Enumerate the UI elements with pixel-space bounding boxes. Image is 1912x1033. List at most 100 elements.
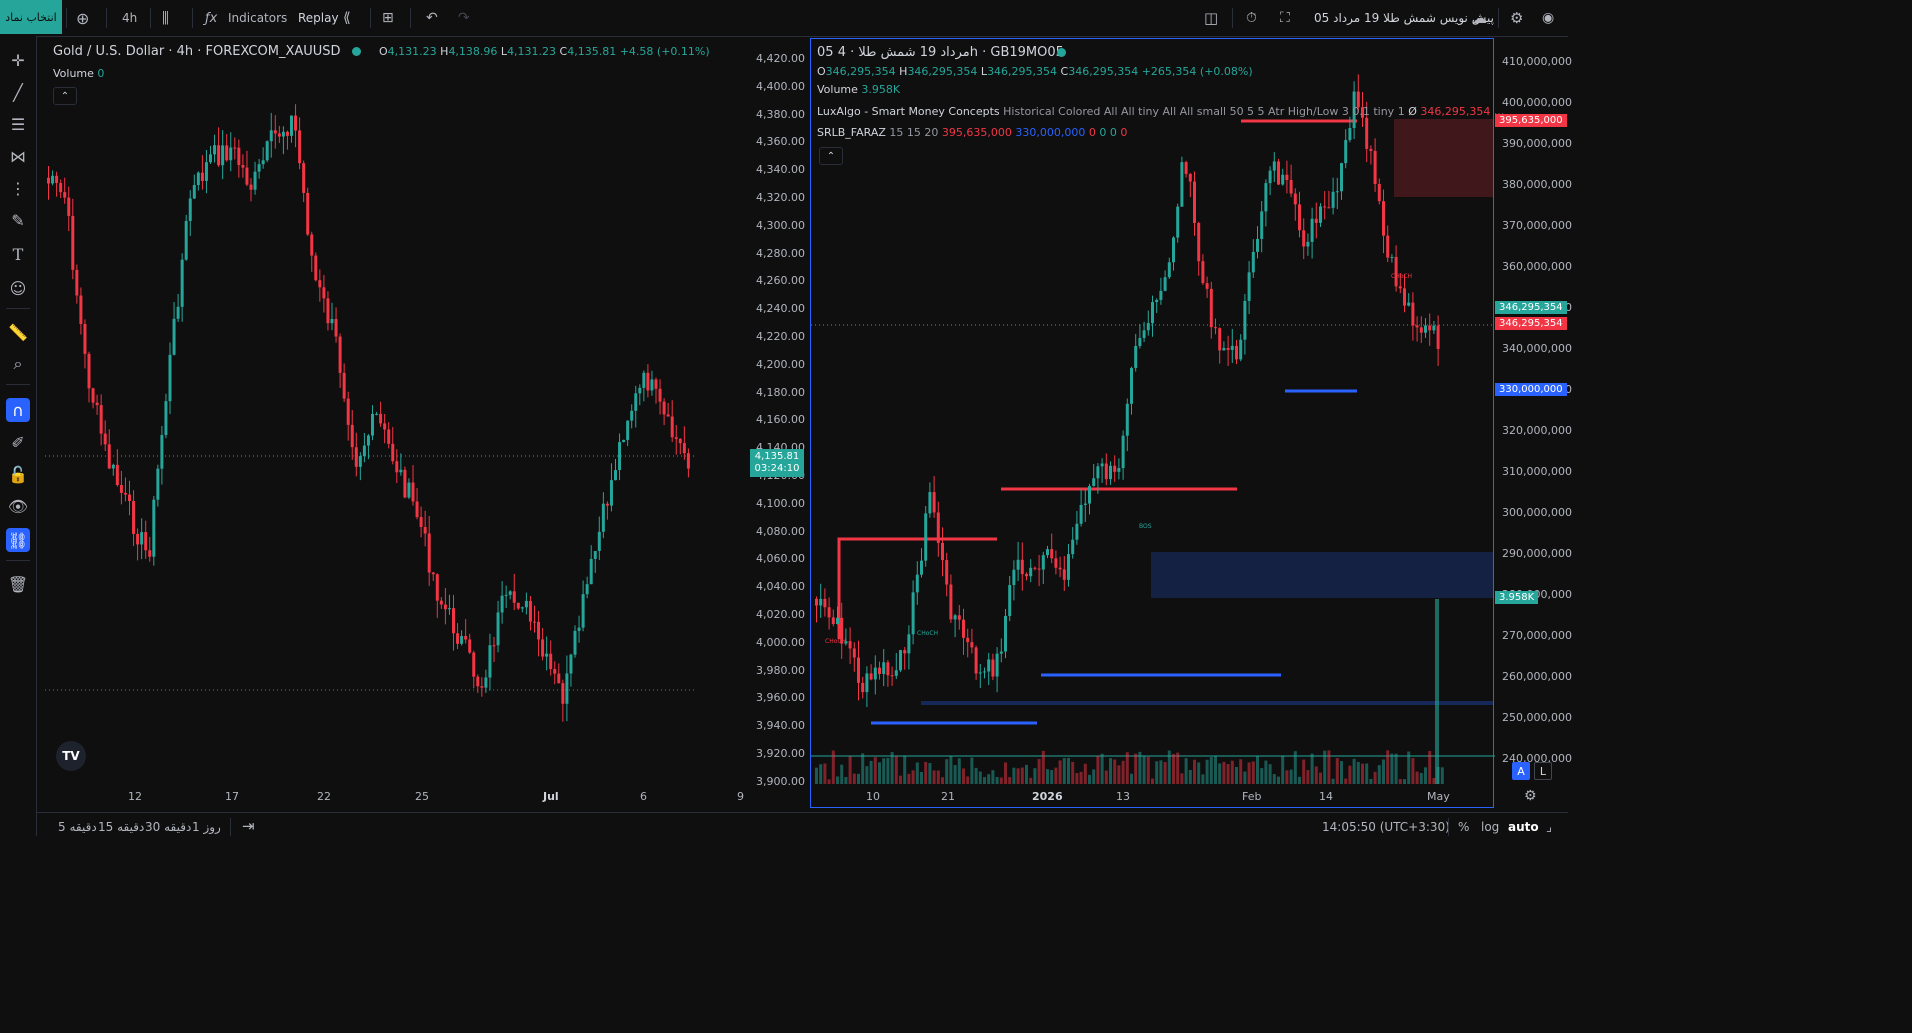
- candle-body: [1436, 325, 1440, 349]
- right-chart-pane[interactable]: CHoCH CHoCH BOS CHoCH 05 مرداد 19 شمش طلا ·…: [810, 38, 1504, 809]
- price-axis-label: 4,240.00: [756, 302, 805, 316]
- volume-bar: [1079, 771, 1083, 784]
- volume-bar: [1062, 758, 1066, 784]
- text-icon[interactable]: T: [6, 242, 30, 266]
- emoji-icon[interactable]: ☺: [6, 276, 30, 300]
- volume-bar: [1117, 765, 1121, 784]
- volume-bar: [1382, 759, 1385, 784]
- volume-bar: [1243, 771, 1247, 784]
- right-candles[interactable]: CHoCH CHoCH BOS CHoCH: [811, 39, 1495, 809]
- horizontal-lines-icon[interactable]: ☰: [6, 112, 30, 136]
- maximize-icon[interactable]: ⌟: [1546, 820, 1552, 835]
- log-scale-button[interactable]: L: [1534, 762, 1552, 780]
- candle-body: [480, 686, 484, 688]
- candle-body: [894, 670, 898, 676]
- crosshair-icon[interactable]: ✛: [6, 48, 30, 72]
- zoom-icon[interactable]: ⌕: [6, 352, 30, 376]
- compare-plus-icon[interactable]: ⊕: [76, 8, 89, 28]
- candle-body: [1281, 174, 1285, 185]
- right-time-axis[interactable]: 10 21 2026 13 Feb 14 May: [810, 788, 1494, 806]
- volume-bar: [1176, 752, 1180, 784]
- left-volume-legend[interactable]: Volume 0: [53, 67, 104, 80]
- layout-grid-icon[interactable]: ⊞: [382, 8, 394, 28]
- volume-bar: [1071, 761, 1075, 784]
- volume-bar: [1302, 759, 1306, 784]
- volume-bar: [1218, 763, 1222, 784]
- candle-body: [941, 542, 944, 561]
- cloud-icon[interactable]: ☁: [1472, 8, 1487, 28]
- candle-body: [233, 147, 237, 149]
- auto-scale-button[interactable]: A: [1512, 762, 1530, 780]
- left-chart-title[interactable]: Gold / U.S. Dollar · 4h · FOREXCOM_XAUUS…: [53, 44, 341, 59]
- settings-icon[interactable]: ⚙: [1510, 8, 1523, 28]
- right-volume-legend[interactable]: Volume 3.958K: [817, 83, 900, 96]
- price-axis-label: 4,300.00: [756, 218, 805, 232]
- eye-icon[interactable]: 👁: [6, 494, 30, 518]
- brush-icon[interactable]: ✎: [6, 208, 30, 232]
- volume-bar: [1092, 769, 1096, 784]
- layout-name[interactable]: پیش نویس شمش طلا 19 مرداد 05: [1314, 8, 1494, 28]
- candle-body: [1029, 567, 1033, 577]
- candles-icon[interactable]: ⫼: [162, 8, 169, 28]
- clock[interactable]: 14:05:50 (UTC+3:30): [1322, 820, 1450, 834]
- undo-icon[interactable]: ↶: [426, 8, 438, 28]
- indicators-button[interactable]: Indicators: [228, 8, 287, 28]
- timeframe-1d[interactable]: 1 روز: [192, 820, 221, 834]
- redo-icon[interactable]: ↷: [458, 8, 470, 28]
- magnet-icon[interactable]: ∩: [6, 398, 30, 422]
- fullscreen-icon[interactable]: ⛶: [1280, 8, 1290, 28]
- symbol-search-button[interactable]: انتخاب نماد: [0, 0, 62, 34]
- trend-line-icon[interactable]: ╱: [6, 80, 30, 104]
- timeframe-15m[interactable]: 15 دقیقه: [98, 820, 144, 834]
- pattern-icon[interactable]: ⋈: [6, 144, 30, 168]
- interval-button[interactable]: 4h: [122, 8, 137, 28]
- volume-bar: [1075, 773, 1079, 784]
- market-status-dot[interactable]: [1057, 48, 1066, 57]
- support-price-tag: 330,000,000: [1495, 383, 1567, 396]
- percent-toggle[interactable]: %: [1458, 820, 1469, 834]
- auto-toggle[interactable]: auto: [1508, 820, 1539, 834]
- timeframe-30m[interactable]: 30 دقیقه: [145, 820, 191, 834]
- candle-body: [452, 608, 455, 634]
- left-chart-pane[interactable]: Gold / U.S. Dollar · 4h · FOREXCOM_XAUUS…: [45, 38, 745, 808]
- fib-icon[interactable]: ⋮: [6, 176, 30, 200]
- candle-body: [1403, 288, 1406, 306]
- left-candles[interactable]: [45, 38, 745, 808]
- date-range-icon[interactable]: ⇥: [242, 817, 255, 835]
- left-time-axis[interactable]: 12 17 22 25 Jul 6 9: [45, 788, 745, 806]
- settings-icon[interactable]: ⚙: [1524, 788, 1537, 804]
- split-panel-icon[interactable]: ◫: [1204, 8, 1218, 28]
- collapse-legend-icon[interactable]: ⌃: [53, 87, 77, 105]
- trash-icon[interactable]: 🗑: [6, 572, 30, 596]
- replay-icon[interactable]: ⟪: [343, 8, 351, 28]
- volume-bar: [1142, 755, 1146, 784]
- volume-bar: [1180, 773, 1184, 784]
- indicators-icon[interactable]: ƒx: [205, 8, 217, 28]
- candle-body: [1377, 184, 1381, 202]
- lock-pencil-icon[interactable]: ✐: [6, 430, 30, 454]
- timeframe-5m[interactable]: 5 دقیقه: [58, 820, 97, 834]
- ruler-icon[interactable]: 📏: [6, 320, 30, 344]
- replay-button[interactable]: Replay: [298, 8, 339, 28]
- candle-body: [217, 145, 221, 166]
- candle-body: [1214, 327, 1217, 329]
- smc-indicator-legend[interactable]: LuxAlgo - Smart Money Concepts Historica…: [817, 105, 1504, 118]
- left-price-axis[interactable]: 4,420.00 4,400.00 4,380.00 4,360.00 4,340.00…: [745, 38, 807, 808]
- candle-body: [1012, 569, 1016, 586]
- collapse-legend-icon[interactable]: ⌃: [819, 147, 843, 165]
- lock-icon[interactable]: 🔓: [6, 462, 30, 486]
- alert-icon[interactable]: ⏱: [1246, 8, 1257, 28]
- link-icon[interactable]: ⛓: [6, 528, 30, 552]
- candle-body: [427, 533, 431, 573]
- right-chart-title[interactable]: 05 مرداد 19 شمش طلا · 4h · GB19MO05: [817, 45, 1064, 60]
- log-toggle[interactable]: log: [1481, 820, 1499, 834]
- divider: [1498, 8, 1499, 28]
- right-price-axis[interactable]: 410,000,000 400,000,000 390,000,000 380,000…: [1494, 38, 1572, 788]
- srlb-indicator-legend[interactable]: SRLB_FARAZ 15 15 20 395,635,000 330,000,…: [817, 126, 1127, 139]
- tradingview-logo[interactable]: TV: [56, 741, 86, 771]
- camera-icon[interactable]: ◉: [1542, 8, 1554, 28]
- market-status-dot[interactable]: [352, 47, 361, 56]
- candle-body: [265, 141, 269, 161]
- candle-body: [857, 657, 860, 683]
- candle-body: [460, 635, 464, 644]
